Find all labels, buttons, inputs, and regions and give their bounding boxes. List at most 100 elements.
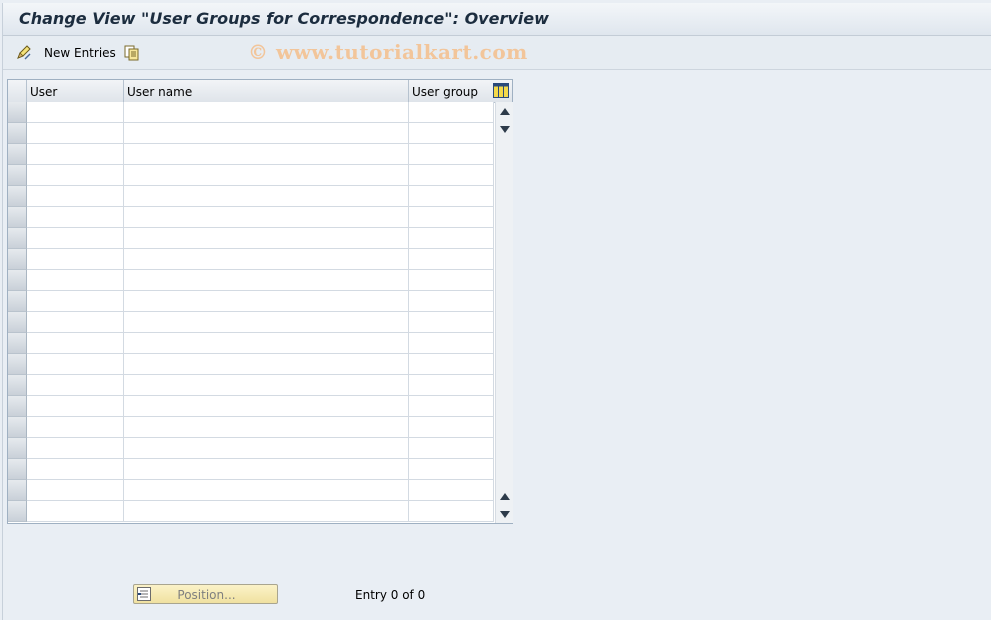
vertical-scrollbar[interactable] <box>495 102 513 523</box>
row-selector[interactable] <box>8 165 27 186</box>
cell-user[interactable] <box>27 270 124 291</box>
cell-user[interactable] <box>27 459 124 480</box>
cell-user-name[interactable] <box>124 417 409 438</box>
cell-user[interactable] <box>27 375 124 396</box>
row-selector[interactable] <box>8 480 27 501</box>
cell-user-name[interactable] <box>124 144 409 165</box>
row-selector[interactable] <box>8 459 27 480</box>
cell-user-group[interactable] <box>409 459 494 480</box>
table-row <box>8 396 494 417</box>
row-selector[interactable] <box>8 186 27 207</box>
cell-user-name[interactable] <box>124 333 409 354</box>
column-header-user[interactable]: User <box>27 80 124 102</box>
cell-user[interactable] <box>27 123 124 144</box>
cell-user[interactable] <box>27 249 124 270</box>
copy-icon[interactable] <box>123 44 141 62</box>
cell-user[interactable] <box>27 396 124 417</box>
new-entries-button[interactable]: New Entries <box>44 46 116 60</box>
row-selector[interactable] <box>8 438 27 459</box>
cell-user-group[interactable] <box>409 312 494 333</box>
cell-user-group[interactable] <box>409 144 494 165</box>
cell-user[interactable] <box>27 417 124 438</box>
cell-user[interactable] <box>27 312 124 333</box>
cell-user-group[interactable] <box>409 270 494 291</box>
cell-user-group[interactable] <box>409 291 494 312</box>
cell-user[interactable] <box>27 207 124 228</box>
cell-user-name[interactable] <box>124 228 409 249</box>
cell-user[interactable] <box>27 144 124 165</box>
scroll-page-down-icon[interactable] <box>500 511 510 518</box>
cell-user-group[interactable] <box>409 438 494 459</box>
cell-user-group[interactable] <box>409 207 494 228</box>
cell-user-name[interactable] <box>124 354 409 375</box>
cell-user-name[interactable] <box>124 291 409 312</box>
row-selector[interactable] <box>8 333 27 354</box>
cell-user[interactable] <box>27 102 124 123</box>
cell-user-name[interactable] <box>124 501 409 522</box>
table-row <box>8 354 494 375</box>
cell-user-group[interactable] <box>409 396 494 417</box>
row-selector[interactable] <box>8 501 27 522</box>
cell-user-name[interactable] <box>124 438 409 459</box>
row-selector[interactable] <box>8 144 27 165</box>
cell-user-name[interactable] <box>124 165 409 186</box>
cell-user-name[interactable] <box>124 102 409 123</box>
cell-user-name[interactable] <box>124 186 409 207</box>
table-row <box>8 207 494 228</box>
position-button[interactable]: Position... <box>133 584 278 604</box>
scroll-page-up-icon[interactable] <box>500 493 510 500</box>
row-selector[interactable] <box>8 123 27 144</box>
table-row <box>8 123 494 144</box>
cell-user[interactable] <box>27 354 124 375</box>
column-header-user-name[interactable]: User name <box>124 80 409 102</box>
table-row <box>8 312 494 333</box>
edit-pencil-icon[interactable] <box>15 44 33 62</box>
scroll-down-icon[interactable] <box>500 126 510 133</box>
cell-user[interactable] <box>27 165 124 186</box>
column-header-user-group[interactable]: User group <box>409 80 494 102</box>
cell-user-group[interactable] <box>409 186 494 207</box>
cell-user[interactable] <box>27 501 124 522</box>
cell-user-name[interactable] <box>124 207 409 228</box>
cell-user[interactable] <box>27 228 124 249</box>
title-bar: Change View "User Groups for Corresponde… <box>3 3 991 36</box>
cell-user-group[interactable] <box>409 102 494 123</box>
row-selector[interactable] <box>8 228 27 249</box>
row-selector[interactable] <box>8 102 27 123</box>
cell-user[interactable] <box>27 438 124 459</box>
row-selector[interactable] <box>8 375 27 396</box>
cell-user-name[interactable] <box>124 312 409 333</box>
row-selector[interactable] <box>8 249 27 270</box>
cell-user-group[interactable] <box>409 354 494 375</box>
row-selector[interactable] <box>8 291 27 312</box>
cell-user-group[interactable] <box>409 501 494 522</box>
cell-user-group[interactable] <box>409 123 494 144</box>
scroll-up-icon[interactable] <box>500 108 510 115</box>
cell-user-name[interactable] <box>124 270 409 291</box>
cell-user[interactable] <box>27 186 124 207</box>
cell-user-group[interactable] <box>409 417 494 438</box>
cell-user[interactable] <box>27 291 124 312</box>
cell-user-group[interactable] <box>409 165 494 186</box>
row-selector[interactable] <box>8 417 27 438</box>
row-selector[interactable] <box>8 354 27 375</box>
select-all-corner[interactable] <box>8 80 27 102</box>
cell-user-name[interactable] <box>124 459 409 480</box>
cell-user-group[interactable] <box>409 333 494 354</box>
cell-user-group[interactable] <box>409 249 494 270</box>
cell-user-group[interactable] <box>409 480 494 501</box>
cell-user[interactable] <box>27 333 124 354</box>
row-selector[interactable] <box>8 270 27 291</box>
cell-user-group[interactable] <box>409 228 494 249</box>
cell-user[interactable] <box>27 480 124 501</box>
row-selector[interactable] <box>8 207 27 228</box>
row-selector[interactable] <box>8 312 27 333</box>
row-selector[interactable] <box>8 396 27 417</box>
cell-user-name[interactable] <box>124 375 409 396</box>
cell-user-name[interactable] <box>124 123 409 144</box>
cell-user-group[interactable] <box>409 375 494 396</box>
cell-user-name[interactable] <box>124 249 409 270</box>
cell-user-name[interactable] <box>124 396 409 417</box>
cell-user-name[interactable] <box>124 480 409 501</box>
table-settings-icon[interactable] <box>493 83 509 98</box>
